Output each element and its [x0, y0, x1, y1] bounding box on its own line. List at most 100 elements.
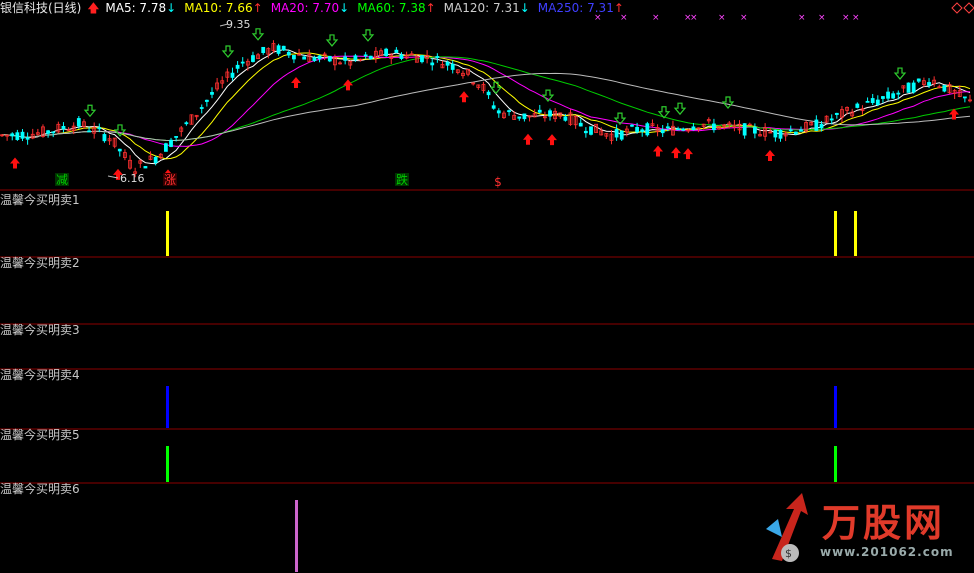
- signal-bar: [834, 386, 837, 428]
- signal-bar: [834, 211, 837, 256]
- candle-body: [875, 99, 880, 105]
- candle-body: [819, 123, 824, 129]
- candle-body: [435, 56, 440, 59]
- candle-body: [235, 64, 240, 69]
- candle-body: [886, 91, 890, 99]
- ma-line: [1, 49, 971, 165]
- candle-body: [942, 85, 947, 92]
- candle-body: [645, 123, 650, 136]
- signal-panel-label-6: 温馨今买明卖6: [0, 482, 80, 496]
- candle-body: [793, 131, 798, 135]
- sell-arrow-icon: [113, 124, 127, 137]
- buy-arrow-icon: [10, 157, 20, 169]
- candlesticks: [0, 40, 972, 178]
- candle-body: [496, 110, 501, 114]
- candle-body: [204, 99, 209, 102]
- x-mark-icon: ×: [852, 13, 860, 23]
- candle-body: [394, 49, 399, 53]
- marker-label: 涨: [164, 172, 176, 187]
- candle-body: [691, 126, 696, 131]
- x-mark-icon: ×: [818, 13, 826, 23]
- candle-body: [174, 136, 179, 138]
- candle-body: [537, 109, 542, 113]
- sell-arrow-icon: [83, 104, 97, 118]
- candle-body: [834, 112, 839, 115]
- ma-label-2: MA20: 7.70: [270, 1, 340, 15]
- chart-header: 银信科技(日线) 🡅 MA5: 7.78↓ MA10: 7.66↑ MA20: 7.…: [0, 1, 634, 15]
- sell-arrow-icon: [221, 45, 235, 58]
- candle-body: [276, 45, 281, 54]
- candle-body: [855, 103, 860, 108]
- x-mark-icon: ×: [718, 13, 726, 23]
- marker-label: 减: [56, 173, 68, 187]
- candle-body: [102, 134, 107, 142]
- candle-body: [896, 92, 901, 95]
- signal-bar: [166, 211, 169, 256]
- candle-body: [343, 56, 348, 61]
- signal-panel-label-4: 温馨今买明卖4: [0, 368, 80, 382]
- ma-line: [1, 72, 971, 142]
- candle-body: [486, 91, 491, 96]
- candle-body: [870, 98, 875, 104]
- candle-body: [578, 122, 583, 127]
- sell-arrow-icon: [361, 29, 375, 42]
- candle-body: [251, 55, 255, 62]
- buy-arrow-icon: [765, 149, 775, 161]
- candle-body: [230, 72, 235, 78]
- candle-body: [46, 130, 50, 134]
- candle-body: [517, 116, 522, 119]
- candle-body: [660, 129, 665, 134]
- candle-body: [353, 55, 358, 61]
- candle-body: [962, 96, 967, 99]
- candle-body: [169, 139, 173, 147]
- signal-panel-label-3: 温馨今买明卖3: [0, 323, 80, 337]
- candle-body: [240, 61, 245, 64]
- candle-body: [865, 100, 870, 103]
- candle-body: [491, 105, 496, 109]
- marker-label: $: [494, 175, 502, 189]
- candle-body: [292, 54, 296, 60]
- candle-body: [163, 143, 168, 152]
- candle-body: [773, 129, 778, 138]
- x-mark-icon: ×: [690, 13, 698, 23]
- candle-body: [712, 123, 716, 131]
- signal-bars: [166, 211, 857, 572]
- candle-body: [184, 122, 189, 125]
- candle-body: [829, 118, 834, 121]
- candle-body: [61, 125, 66, 130]
- ma-trend-arrow: ↑: [425, 1, 436, 15]
- candle-body: [563, 116, 568, 121]
- signal-bar: [295, 500, 298, 572]
- candle-body: [153, 157, 158, 164]
- panel-dividers: [0, 189, 974, 484]
- candle-body: [450, 63, 455, 70]
- ma-label-3: MA60: 7.38: [357, 1, 426, 15]
- candle-body: [635, 126, 639, 133]
- candle-body: [199, 107, 204, 109]
- x-mark-icon: ×: [652, 13, 660, 23]
- signal-panel-label-1: 温馨今买明卖1: [0, 193, 80, 207]
- candle-body: [25, 137, 30, 140]
- candle-body: [15, 132, 20, 140]
- candle-body: [117, 148, 122, 152]
- candle-body: [317, 55, 322, 60]
- candle-body: [614, 129, 619, 138]
- candle-body: [281, 45, 286, 51]
- candle-body: [399, 54, 404, 59]
- watermark-url: www.201062.com: [820, 545, 954, 559]
- candle-body: [548, 110, 552, 117]
- x-mark-icon: ×: [842, 13, 850, 23]
- candle-body: [51, 131, 56, 134]
- x-mark-icon: ×: [798, 13, 806, 23]
- ma-label-1: MA10: 7.66: [184, 1, 253, 15]
- candle-body: [20, 131, 25, 139]
- chart-canvas: × × × ×× × × × × × × 9.35 6.16 减涨跌 $: [0, 2, 974, 572]
- candle-body: [143, 166, 148, 169]
- candle-body: [927, 82, 931, 86]
- buy-arrow-icon: [547, 134, 557, 146]
- candle-body: [881, 96, 885, 99]
- candle-body: [445, 61, 450, 66]
- sell-arrow-icon: [489, 81, 503, 95]
- signal-bar: [834, 446, 837, 482]
- watermark-title: 万股网: [822, 500, 946, 545]
